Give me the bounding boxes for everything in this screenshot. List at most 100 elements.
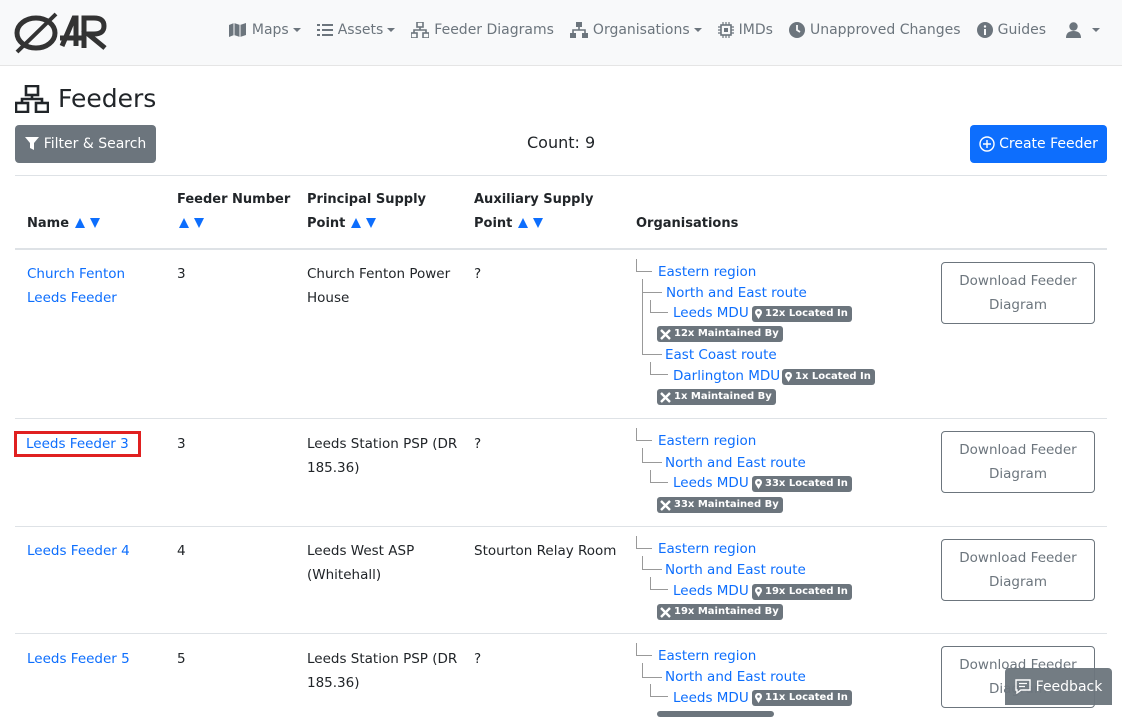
nav-maps[interactable]: Maps bbox=[228, 22, 301, 38]
feeder-name-line-2: Leeds Feeder bbox=[27, 290, 117, 306]
nav-feeder-diagrams[interactable]: Feeder Diagrams bbox=[411, 22, 554, 38]
org-mdu-link[interactable]: Leeds MDU bbox=[673, 688, 749, 708]
org-route-link[interactable]: North and East route bbox=[666, 283, 807, 303]
auxiliary-supply-point: Stourton Relay Room bbox=[474, 543, 617, 559]
feeder-name-link[interactable]: Leeds Feeder 5 bbox=[27, 647, 130, 671]
nav-unapproved-changes[interactable]: Unapproved Changes bbox=[788, 22, 961, 38]
download-feeder-diagram-button[interactable]: Download Feeder Diagram bbox=[941, 431, 1095, 493]
tree-line bbox=[650, 362, 651, 374]
maintained-by-text: 33x Maintained By bbox=[674, 499, 779, 510]
sort-desc-icon[interactable] bbox=[90, 218, 101, 228]
maintained-by-text: 1x Maintained By bbox=[674, 391, 772, 402]
nav-guides[interactable]: Guides bbox=[976, 22, 1046, 38]
nav-feeder-diagrams-label: Feeder Diagrams bbox=[434, 22, 554, 38]
map-marker-icon bbox=[785, 372, 792, 382]
sort-asc-icon[interactable] bbox=[351, 218, 362, 228]
map-marker-icon bbox=[755, 693, 762, 703]
psp-line-1: Leeds West ASP bbox=[307, 543, 415, 559]
tree-line bbox=[650, 589, 668, 590]
column-header-principal-supply-point[interactable]: Principal Supply Point bbox=[307, 188, 426, 236]
tree-line bbox=[650, 482, 668, 483]
tools-icon bbox=[660, 606, 671, 618]
tree-line bbox=[642, 462, 662, 463]
feeder-name-link[interactable]: Leeds Feeder 4 bbox=[27, 539, 130, 563]
located-in-text: 33x Located In bbox=[765, 478, 848, 489]
sort-asc-icon[interactable] bbox=[179, 218, 189, 228]
map-marker-icon bbox=[755, 587, 762, 597]
download-label-2: Diagram bbox=[989, 466, 1047, 482]
org-mdu-link[interactable]: Darlington MDU bbox=[673, 366, 780, 386]
nav-organisations-label: Organisations bbox=[592, 22, 690, 38]
create-feeder-label: Create Feeder bbox=[999, 136, 1098, 152]
nav-unapproved-changes-label: Unapproved Changes bbox=[809, 22, 961, 38]
tree-line bbox=[642, 569, 662, 570]
column-header-auxiliary-supply-point[interactable]: Auxiliary Supply Point bbox=[474, 188, 593, 236]
sort-desc-icon[interactable] bbox=[366, 218, 377, 228]
user-icon bbox=[1066, 22, 1081, 38]
org-region-link[interactable]: Eastern region bbox=[658, 646, 756, 666]
org-mdu-link[interactable]: Leeds MDU bbox=[673, 581, 749, 601]
feeder-name-highlight[interactable]: Leeds Feeder 3 bbox=[14, 431, 141, 457]
navbar: Maps Assets Feeder Diagrams Organisation… bbox=[0, 0, 1122, 66]
org-mdu-link[interactable]: Leeds MDU bbox=[673, 473, 749, 493]
org-region-link[interactable]: Eastern region bbox=[658, 262, 756, 282]
org-route-link[interactable]: East Coast route bbox=[665, 345, 777, 365]
o4r-logo[interactable] bbox=[14, 10, 108, 56]
filter-search-button[interactable]: Filter & Search bbox=[15, 125, 156, 163]
download-feeder-diagram-button[interactable]: Download Feeder Diagram bbox=[941, 262, 1095, 324]
tools-icon bbox=[660, 328, 671, 340]
sort-asc-icon[interactable] bbox=[518, 218, 529, 228]
tools-icon bbox=[660, 391, 671, 403]
feeder-name-link[interactable]: Church Fenton Leeds Feeder bbox=[27, 262, 152, 310]
maintained-by-text: 12x Maintained By bbox=[674, 328, 779, 339]
sort-desc-icon[interactable] bbox=[533, 218, 544, 228]
nav-assets[interactable]: Assets bbox=[316, 22, 396, 38]
sitemap-icon bbox=[15, 84, 49, 113]
nav-user-menu[interactable] bbox=[1066, 22, 1100, 38]
feedback-label: Feedback bbox=[1035, 678, 1103, 695]
psp-line-2: 185.36) bbox=[307, 675, 360, 691]
tree-line bbox=[636, 440, 652, 441]
psp-line-2: House bbox=[307, 290, 350, 306]
tree-line bbox=[636, 643, 637, 655]
tree-line bbox=[636, 536, 637, 548]
nav-imds[interactable]: IMDs bbox=[717, 22, 773, 38]
header-divider bbox=[15, 248, 1107, 250]
chip-icon bbox=[717, 22, 734, 38]
org-region-link[interactable]: Eastern region bbox=[658, 431, 756, 451]
column-header-feeder-number[interactable]: Feeder Number bbox=[177, 188, 290, 236]
sort-asc-icon[interactable] bbox=[75, 218, 86, 228]
plus-circle-icon bbox=[979, 136, 995, 152]
principal-supply-point: Leeds Station PSP (DR 185.36) bbox=[307, 647, 457, 695]
tree-line bbox=[650, 684, 651, 696]
psp-line-1: Leeds Station PSP (DR bbox=[307, 436, 458, 452]
org-route-link[interactable]: North and East route bbox=[665, 560, 806, 580]
create-feeder-button[interactable]: Create Feeder bbox=[970, 125, 1107, 163]
tree-line bbox=[650, 470, 651, 482]
sort-desc-icon[interactable] bbox=[194, 218, 204, 228]
org-mdu-link[interactable]: Leeds MDU bbox=[673, 303, 749, 323]
tools-icon bbox=[660, 499, 671, 511]
tree-line bbox=[642, 354, 662, 355]
feeder-number: 5 bbox=[177, 651, 186, 667]
row-divider bbox=[15, 633, 1107, 634]
auxiliary-supply-point: ? bbox=[474, 266, 482, 282]
principal-supply-point: Leeds West ASP (Whitehall) bbox=[307, 539, 414, 587]
principal-supply-point: Church Fenton Power House bbox=[307, 262, 450, 310]
download-label-2: Diagram bbox=[989, 297, 1047, 313]
clock-icon bbox=[788, 22, 805, 38]
nav-organisations[interactable]: Organisations bbox=[569, 22, 702, 38]
page-title-text: Feeders bbox=[58, 84, 157, 113]
maintained-by-badge bbox=[657, 711, 774, 717]
org-route-link[interactable]: North and East route bbox=[665, 453, 806, 473]
psp-line-1: Church Fenton Power bbox=[307, 266, 451, 282]
download-feeder-diagram-button[interactable]: Download Feeder Diagram bbox=[941, 539, 1095, 601]
located-in-badge: 19x Located In bbox=[752, 584, 852, 600]
feedback-button[interactable]: Feedback bbox=[1005, 668, 1112, 705]
filter-icon bbox=[24, 137, 39, 150]
column-header-name[interactable]: Name bbox=[27, 212, 101, 236]
located-in-badge: 33x Located In bbox=[752, 476, 852, 492]
feeder-name-link[interactable]: Leeds Feeder 3 bbox=[14, 431, 141, 457]
org-route-link[interactable]: North and East route bbox=[665, 667, 806, 687]
org-region-link[interactable]: Eastern region bbox=[658, 539, 756, 559]
